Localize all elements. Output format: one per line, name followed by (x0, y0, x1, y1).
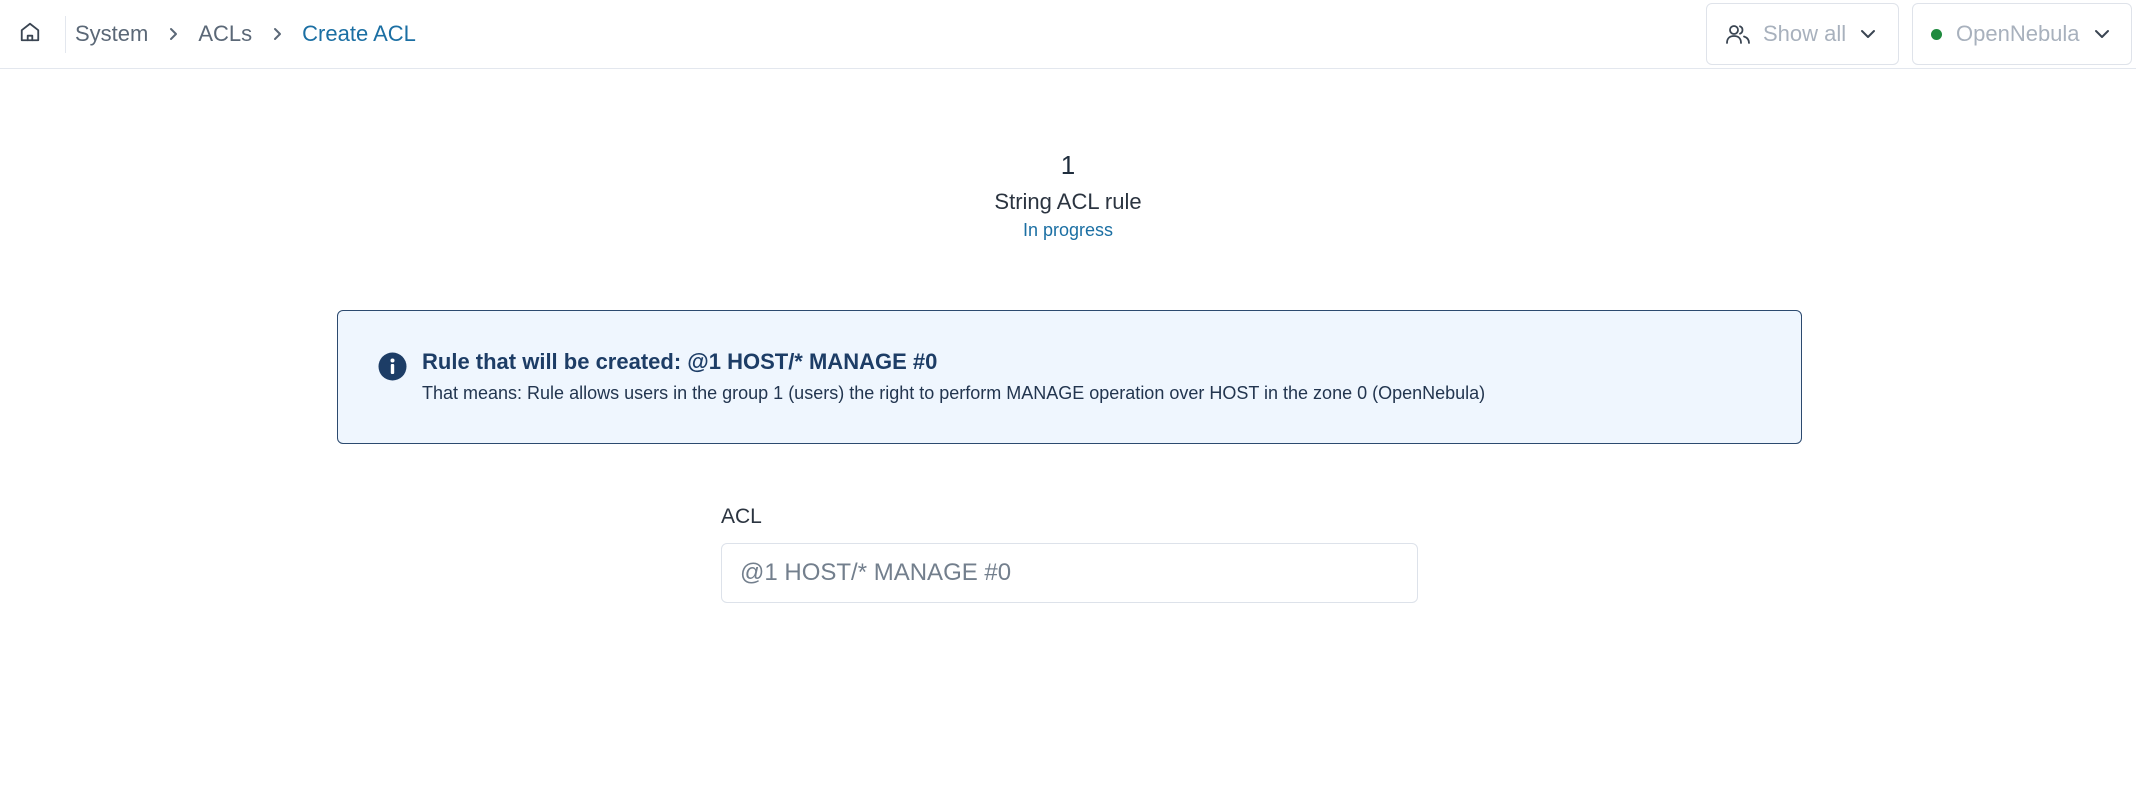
zone-label: OpenNebula (1956, 21, 2080, 46)
top-bar: System ACLs Create ACL Show all OpenNebu… (0, 0, 2136, 69)
alert-description: That means: Rule allows users in the gro… (422, 383, 1486, 403)
chevron-right-icon (162, 27, 184, 41)
home-icon (19, 21, 41, 48)
breadcrumb-system[interactable]: System (75, 21, 148, 47)
divider (65, 16, 66, 53)
breadcrumb: System ACLs Create ACL (75, 18, 416, 50)
breadcrumb-acls[interactable]: ACLs (198, 21, 252, 47)
group-filter-button[interactable]: Show all (1706, 3, 1899, 65)
zone-status-dot (1931, 28, 1942, 40)
acl-field-label: ACL (721, 505, 762, 528)
breadcrumb-create-acl[interactable]: Create ACL (302, 21, 416, 47)
group-filter-label: Show all (1763, 21, 1847, 46)
rule-info-alert: Rule that will be created: @1 HOST/* MAN… (337, 310, 1802, 444)
chevron-down-icon (1860, 29, 1876, 39)
alert-title: Rule that will be created: @1 HOST/* MAN… (422, 349, 938, 374)
info-icon (378, 352, 407, 381)
chevron-right-icon (266, 27, 288, 41)
users-icon (1725, 23, 1751, 45)
step-status: In progress (1022, 220, 1114, 240)
zone-selector-button[interactable]: OpenNebula (1912, 3, 2132, 65)
step-number: 1 (1060, 150, 1076, 180)
stepper: 1 String ACL rule In progress (868, 145, 1268, 243)
step-label: String ACL rule (994, 189, 1142, 214)
acl-input[interactable] (721, 543, 1418, 603)
home-button[interactable] (14, 18, 46, 50)
chevron-down-icon (2094, 29, 2110, 39)
